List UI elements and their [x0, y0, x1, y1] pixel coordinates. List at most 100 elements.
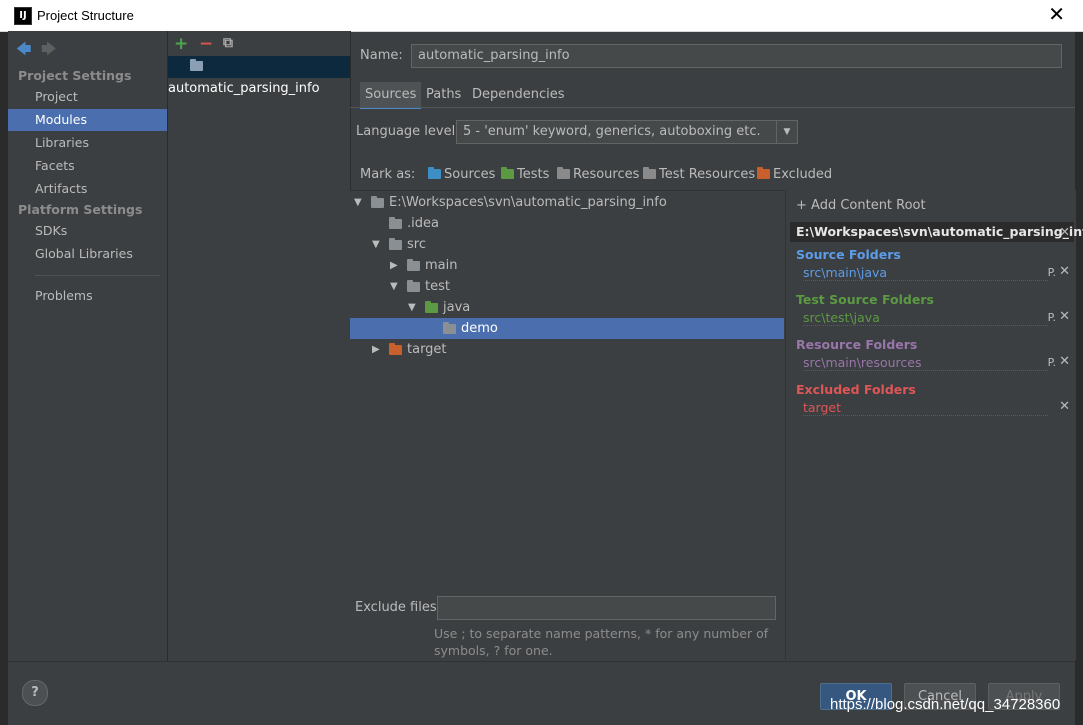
tree-row[interactable]: .idea: [350, 213, 784, 234]
tree-row[interactable]: ▼ E:\Workspaces\svn\automatic_parsing_inf…: [350, 192, 784, 213]
root-section-path[interactable]: src\main\resources: [803, 355, 921, 370]
sidebar-item-artifacts[interactable]: Artifacts: [8, 178, 167, 200]
folder-icon: [443, 322, 456, 334]
module-list-item[interactable]: automatic_parsing_info: [168, 56, 350, 96]
copy-module-icon[interactable]: ⧉: [223, 35, 233, 51]
tests-folder-icon: [501, 167, 514, 179]
language-level-value: 5 - 'enum' keyword, generics, autoboxing…: [463, 124, 761, 139]
module-name-input[interactable]: automatic_parsing_info: [411, 44, 1062, 68]
sidebar-item-sdks[interactable]: SDKs: [8, 220, 167, 242]
tree-row[interactable]: ▶ main: [350, 255, 784, 276]
mark-as-sources-button[interactable]: Sources: [428, 167, 495, 182]
tree-row[interactable]: ▼ src: [350, 234, 784, 255]
remove-folder-icon[interactable]: ✕: [1059, 399, 1070, 414]
mark-as-test-resources-button[interactable]: Test Resources: [643, 167, 755, 182]
remove-folder-icon[interactable]: ✕: [1059, 264, 1070, 279]
exclude-files-label: Exclude files:: [355, 600, 442, 615]
tree-row-label: test: [425, 279, 450, 294]
forward-arrow-icon[interactable]: 🡆: [41, 39, 57, 64]
platform-settings-heading: Platform Settings: [18, 202, 143, 217]
mark-as-tests-label: Tests: [517, 167, 550, 182]
collapse-arrow-icon[interactable]: ▶: [372, 339, 380, 360]
root-section-title: Excluded Folders: [796, 382, 916, 397]
expand-arrow-icon[interactable]: ▼: [408, 297, 416, 318]
content-root-header: E:\Workspaces\svn\automatic_parsing_info…: [790, 222, 1083, 242]
sidebar-item-global-libraries[interactable]: Global Libraries: [8, 243, 167, 265]
sidebar-item-libraries[interactable]: Libraries: [8, 132, 167, 154]
tree-row-label: main: [425, 258, 458, 273]
tree-row-label: target: [407, 342, 447, 357]
mark-as-resources-button[interactable]: Resources: [557, 167, 639, 182]
expand-arrow-icon[interactable]: ▼: [390, 276, 398, 297]
sources-folder-icon: [428, 167, 441, 179]
tree-row[interactable]: demo: [350, 318, 784, 339]
background-window-strip: [0, 31, 8, 725]
tab-paths[interactable]: Paths: [421, 82, 466, 107]
content-root-tree: ▼ E:\Workspaces\svn\automatic_parsing_inf…: [350, 190, 784, 661]
tab-dependencies[interactable]: Dependencies: [467, 82, 570, 107]
mark-as-tests-button[interactable]: Tests: [501, 167, 549, 182]
mark-as-test-resources-label: Test Resources: [659, 167, 756, 182]
resources-folder-icon: [557, 167, 570, 179]
content-root-path: E:\Workspaces\svn\automatic_parsing_info: [796, 224, 1083, 239]
add-module-icon[interactable]: +: [174, 34, 188, 54]
collapse-arrow-icon[interactable]: ▶: [390, 255, 398, 276]
close-icon[interactable]: ✕: [1048, 3, 1065, 25]
modules-panel: + − ⧉ automatic_parsing_info: [167, 31, 351, 661]
module-list-item-label: automatic_parsing_info: [168, 81, 320, 96]
tab-sources[interactable]: Sources: [360, 82, 422, 109]
root-section-dotline: [803, 370, 1048, 371]
intellij-icon: IJ: [14, 7, 32, 25]
root-section-dotline: [803, 325, 1048, 326]
tree-row[interactable]: ▼ test: [350, 276, 784, 297]
folder-icon: [425, 301, 438, 313]
chevron-down-icon[interactable]: ▼: [776, 121, 797, 143]
edit-properties-icon[interactable]: P.: [1048, 356, 1056, 369]
folder-icon: [389, 343, 402, 355]
root-section-dotline: [803, 280, 1048, 281]
folder-icon: [371, 196, 384, 208]
remove-folder-icon[interactable]: ✕: [1059, 354, 1070, 369]
sidebar-item-problems[interactable]: Problems: [8, 285, 167, 307]
folder-icon: [407, 280, 420, 292]
tree-row-label: demo: [461, 321, 498, 336]
tree-row[interactable]: ▶ target: [350, 339, 784, 360]
tree-row[interactable]: ▼ java: [350, 297, 784, 318]
remove-module-icon[interactable]: −: [199, 34, 213, 54]
remove-root-icon[interactable]: ✕: [1060, 222, 1070, 242]
sidebar-item-project[interactable]: Project: [8, 86, 167, 108]
expand-arrow-icon[interactable]: ▼: [372, 234, 380, 255]
language-level-label: Language level:: [356, 124, 460, 139]
root-section-path[interactable]: src\main\java: [803, 265, 887, 280]
language-level-select[interactable]: 5 - 'enum' keyword, generics, autoboxing…: [456, 120, 798, 144]
add-content-root-button[interactable]: + Add Content Root: [796, 198, 926, 213]
edit-properties-icon[interactable]: P.: [1048, 311, 1056, 324]
mark-as-excluded-button[interactable]: Excluded: [757, 167, 832, 182]
root-section-path[interactable]: src\test\java: [803, 310, 880, 325]
settings-sidebar: 🡄 🡆 Project Settings Project Modules Lib…: [8, 31, 167, 661]
exclude-files-input[interactable]: [437, 596, 776, 620]
exclude-files-hint: Use ; to separate name patterns, * for a…: [434, 625, 779, 659]
help-button[interactable]: ?: [22, 680, 48, 706]
folder-icon: [407, 259, 420, 271]
tree-row-label: src: [407, 237, 426, 252]
mark-as-resources-label: Resources: [573, 167, 640, 182]
root-section-path[interactable]: target: [803, 400, 841, 415]
mark-as-label: Mark as:: [360, 167, 416, 182]
name-label: Name:: [360, 48, 403, 63]
edit-properties-icon[interactable]: P.: [1048, 266, 1056, 279]
expand-arrow-icon[interactable]: ▼: [354, 192, 362, 213]
folder-icon: [389, 217, 402, 229]
tree-row-label: .idea: [407, 216, 439, 231]
sidebar-item-modules[interactable]: Modules: [8, 109, 167, 131]
module-folder-icon: [190, 59, 203, 71]
root-section-title: Resource Folders: [796, 337, 918, 352]
content-roots-panel: + Add Content Root E:\Workspaces\svn\aut…: [785, 190, 1083, 660]
background-window-strip-right: [1075, 31, 1083, 725]
back-arrow-icon[interactable]: 🡄: [16, 39, 32, 64]
project-settings-heading: Project Settings: [18, 68, 132, 83]
tree-row-label: E:\Workspaces\svn\automatic_parsing_info: [389, 195, 667, 210]
remove-folder-icon[interactable]: ✕: [1059, 309, 1070, 324]
watermark: https://blog.csdn.net/qq_34728360: [830, 696, 1061, 713]
sidebar-item-facets[interactable]: Facets: [8, 155, 167, 177]
